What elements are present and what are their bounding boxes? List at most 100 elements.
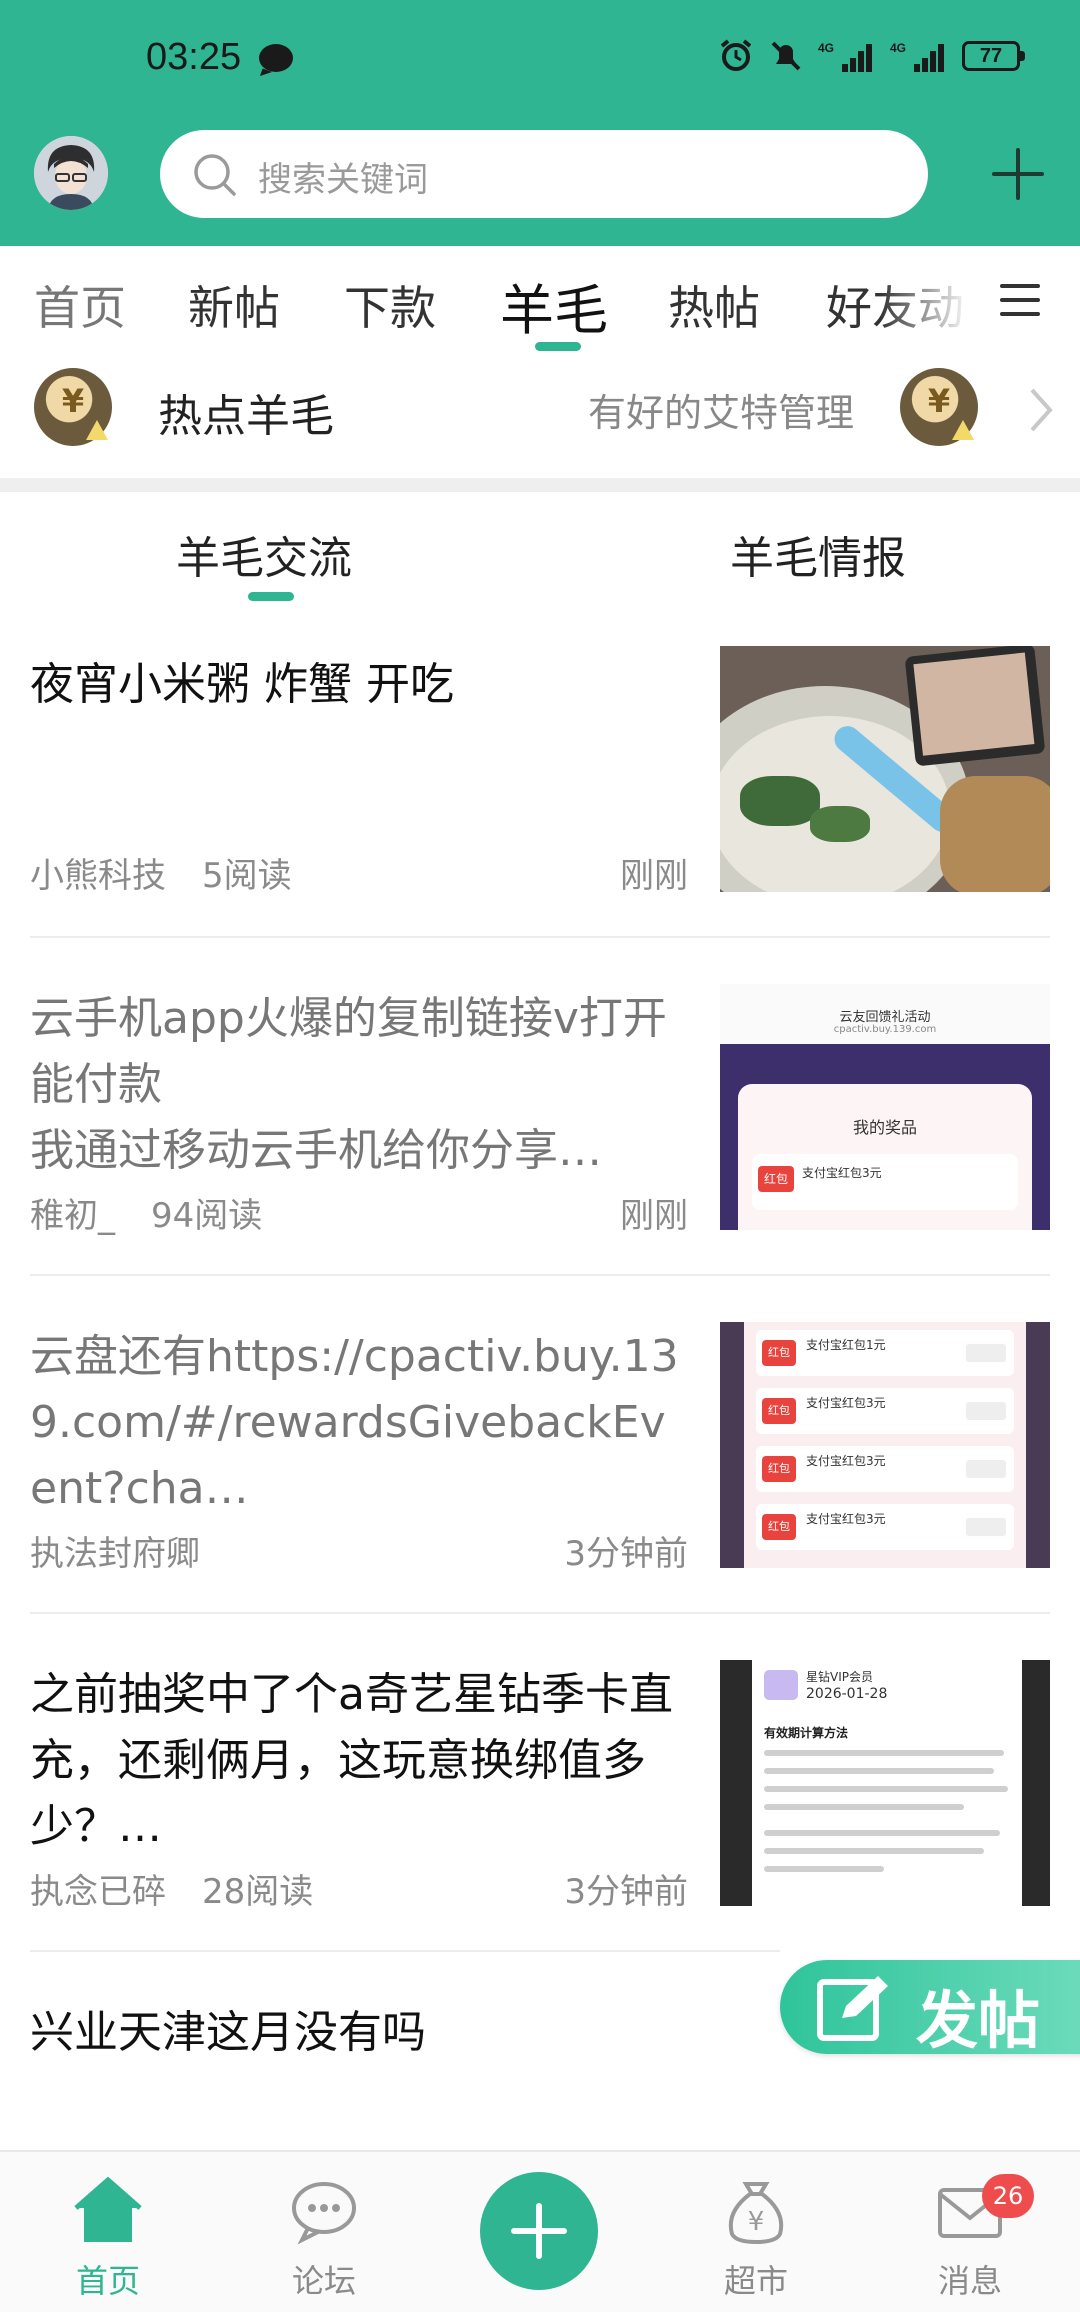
nav-forum[interactable]: 论坛 — [234, 2152, 414, 2312]
hot-right-text: 有好的艾特管理 — [588, 391, 855, 435]
red-packet-text: 支付宝红包3元 — [802, 1166, 882, 1180]
red-packet-text: 支付宝红包3元 — [806, 1512, 886, 1526]
post-time: 3分钟前 — [564, 1534, 688, 1574]
edit-icon — [817, 1976, 888, 2041]
category-tabs: 首页 新帖 下款 羊毛 热帖 好友动 — [0, 246, 1080, 356]
plus-icon — [511, 2203, 567, 2259]
post-meta: 小熊科技 5阅读 — [30, 848, 328, 897]
section-divider — [0, 478, 1080, 492]
post-thumbnail: 星钻VIP会员 2026-01-28 有效期计算方法 — [720, 1660, 1050, 1906]
post-meta: 执法封府卿 — [30, 1526, 236, 1575]
post-summary: 我通过移动云手机给你分享… — [30, 1125, 602, 1176]
post-time: 刚刚 — [620, 856, 688, 896]
divider — [30, 1274, 1050, 1276]
post-button-label: 发帖 — [916, 1984, 1041, 2057]
nav-label: 超市 — [723, 2262, 788, 2300]
nav-label: 首页 — [75, 2262, 140, 2300]
coin-icon: ¥ — [34, 368, 112, 446]
avatar[interactable] — [34, 136, 108, 210]
list-item[interactable]: 云盘还有https://cpactiv.buy.139.com/#/reward… — [0, 1316, 1080, 1616]
nav-label: 消息 — [937, 2262, 1002, 2300]
search-input[interactable]: 搜索关键词 — [160, 130, 928, 218]
divider — [30, 1950, 780, 1952]
post-reads: 5阅读 — [202, 856, 292, 896]
post-title: 兴业天津这月没有吗 — [30, 2007, 426, 2058]
post-button[interactable]: 发帖 — [780, 1960, 1080, 2057]
vip-date: 2026-01-28 — [806, 1686, 888, 1702]
vip-heading: 有效期计算方法 — [764, 1726, 849, 1740]
money-bag-icon: ¥ — [728, 2182, 784, 2245]
thumb-header: 云友回馈礼活动 — [839, 1010, 931, 1025]
status-icons: 4G 4G 77 — [718, 38, 1025, 74]
chevron-right-icon — [1030, 388, 1053, 432]
thumb-panel-title: 我的奖品 — [852, 1118, 917, 1137]
post-author: 执法封府卿 — [30, 1534, 200, 1574]
tab-hot-posts[interactable]: 热帖 — [668, 272, 760, 338]
divider — [30, 936, 1050, 938]
list-item[interactable]: 之前抽奖中了个a奇艺星钻季卡直充，还剩俩月，这玩意换绑值多少？… 执念已碎 28阅… — [0, 1654, 1080, 1954]
post-author: 执念已碎 — [30, 1872, 166, 1912]
tab-fade — [880, 246, 970, 356]
status-time: 03:25 — [146, 36, 242, 78]
post-meta: 稚初_ 94阅读 — [30, 1188, 298, 1237]
add-icon[interactable] — [990, 146, 1046, 202]
battery-indicator: 77 — [962, 41, 1025, 71]
list-item[interactable]: 夜宵小米粥 炸蟹 开吃 小熊科技 5阅读 刚刚 — [0, 640, 1080, 940]
post-reads: 28阅读 — [202, 1872, 314, 1912]
post-title: 云盘还有https://cpactiv.buy.139.com/#/reward… — [30, 1331, 679, 1514]
post-title: 之前抽奖中了个a奇艺星钻季卡直充，还剩俩月，这玩意换绑值多少？… — [30, 1669, 673, 1852]
search-placeholder: 搜索关键词 — [258, 160, 428, 200]
red-packet-text: 支付宝红包3元 — [806, 1396, 886, 1410]
red-packet-tag: 红包 — [762, 1514, 796, 1540]
red-packet-tag: 红包 — [762, 1340, 796, 1366]
post-reads: 94阅读 — [151, 1196, 263, 1236]
post-time: 刚刚 — [620, 1196, 688, 1236]
red-packet-text: 支付宝红包3元 — [806, 1454, 886, 1468]
tab-home[interactable]: 首页 — [34, 272, 126, 338]
post-thumbnail: 红包 支付宝红包1元 红包 支付宝红包3元 红包 支付宝红包3元 红包 支付宝红包3元 — [720, 1322, 1050, 1568]
red-packet-tag: 红包 — [758, 1166, 794, 1192]
signal-icon-2: 4G — [890, 41, 944, 72]
nav-label: 论坛 — [291, 2262, 356, 2300]
tab-loans[interactable]: 下款 — [344, 272, 436, 338]
red-packet-tag: 红包 — [762, 1398, 796, 1424]
vip-title: 星钻VIP会员 — [806, 1670, 873, 1684]
app-header: 03:25 4G 4G 77 搜索关键词 — [0, 0, 1080, 246]
svg-text:4G: 4G — [890, 41, 906, 55]
nav-messages[interactable]: 消息 — [880, 2152, 1060, 2312]
mute-icon — [771, 41, 801, 71]
red-packet-text: 支付宝红包1元 — [806, 1338, 886, 1352]
subtab-wool-exchange[interactable]: 羊毛交流 — [176, 522, 352, 586]
nav-market[interactable]: ¥ 超市 — [666, 2152, 846, 2312]
post-time: 3分钟前 — [564, 1872, 688, 1912]
chat-bubble-icon — [292, 2182, 356, 2245]
post-title: 云手机app火爆的复制链接v打开能付款 — [30, 993, 667, 1110]
chat-notification-icon — [259, 44, 293, 72]
post-thumbnail — [720, 646, 1050, 892]
add-post-button[interactable] — [480, 2172, 598, 2290]
post-meta: 执念已碎 28阅读 — [30, 1864, 349, 1913]
divider — [30, 1612, 1050, 1614]
post-author: 小熊科技 — [30, 856, 166, 896]
tab-new-posts[interactable]: 新帖 — [188, 272, 280, 338]
active-tab-indicator — [535, 342, 581, 351]
post-thumbnail: 云友回馈礼活动 cpactiv.buy.139.com 我的奖品 红包 支付宝红… — [720, 984, 1050, 1230]
alarm-icon — [720, 39, 752, 71]
menu-icon[interactable] — [998, 280, 1042, 320]
svg-text:4G: 4G — [818, 41, 834, 55]
message-badge: 26 — [982, 2174, 1034, 2218]
hot-wool-bar[interactable]: ¥ 热点羊毛 有好的艾特管理 ¥ — [0, 360, 1080, 460]
post-title: 夜宵小米粥 炸蟹 开吃 — [30, 659, 454, 710]
list-item[interactable]: 云手机app火爆的复制链接v打开能付款 我通过移动云手机给你分享… 稚初_ 94阅… — [0, 978, 1080, 1278]
home-icon — [74, 2176, 142, 2242]
red-packet-tag: 红包 — [762, 1456, 796, 1482]
coin-icon-right: ¥ — [900, 368, 978, 446]
tab-wool[interactable]: 羊毛 — [500, 266, 608, 345]
hot-title: 热点羊毛 — [158, 391, 334, 442]
subtab-wool-intel[interactable]: 羊毛情报 — [730, 522, 906, 586]
thumb-url: cpactiv.buy.139.com — [833, 1024, 937, 1035]
nav-home[interactable]: 首页 — [18, 2152, 198, 2312]
post-author: 稚初_ — [30, 1196, 115, 1236]
search-icon — [194, 154, 236, 196]
signal-icon-1: 4G — [818, 41, 872, 72]
